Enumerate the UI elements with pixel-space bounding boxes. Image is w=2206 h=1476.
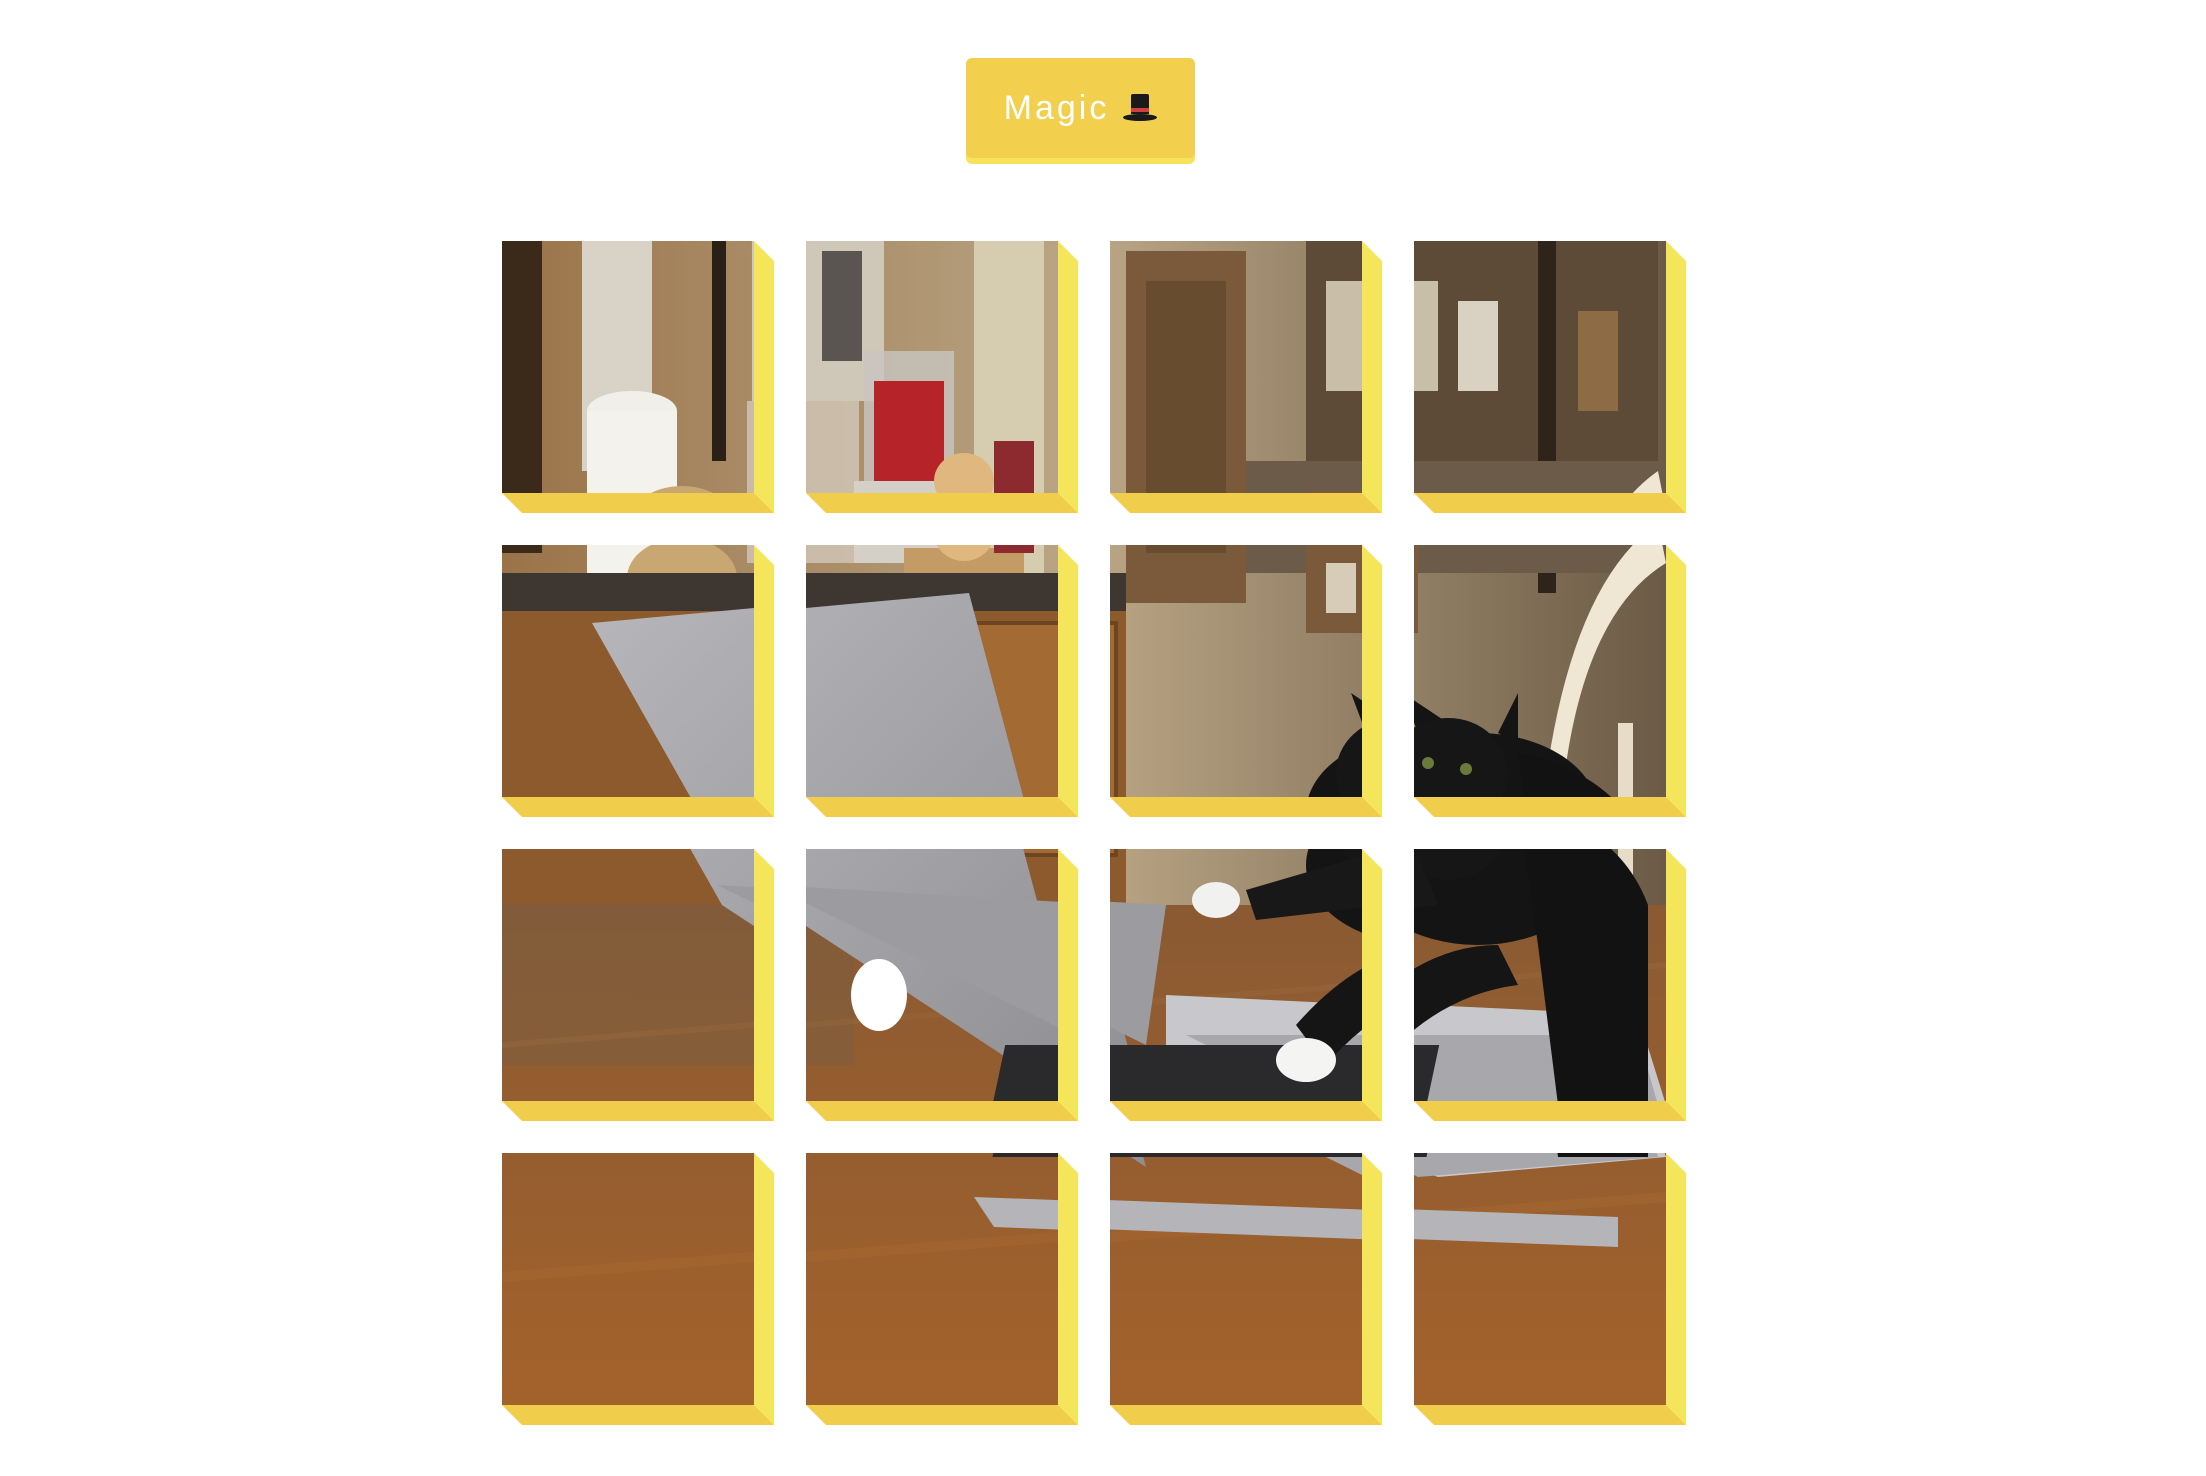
puzzle-board xyxy=(0,0,2206,1476)
tile-image-fragment xyxy=(502,849,754,1101)
tile-image-fragment xyxy=(806,545,1058,797)
puzzle-tile[interactable] xyxy=(502,849,774,1121)
tile-image-fragment xyxy=(806,849,1058,1101)
tile-bottom-edge xyxy=(806,1101,1078,1121)
tile-image-fragment xyxy=(1414,545,1666,797)
tile-bottom-edge xyxy=(806,797,1078,817)
tile-image-fragment xyxy=(502,545,754,797)
tile-bottom-edge xyxy=(502,797,774,817)
puzzle-tile[interactable] xyxy=(1414,241,1686,513)
tile-bottom-edge xyxy=(806,493,1078,513)
tile-bottom-edge xyxy=(1110,1405,1382,1425)
tile-bottom-edge xyxy=(1414,1101,1686,1121)
tile-bottom-edge xyxy=(806,1405,1078,1425)
tile-bottom-edge xyxy=(1110,493,1382,513)
puzzle-tile[interactable] xyxy=(502,545,774,817)
tile-side-edge xyxy=(1666,849,1686,1121)
puzzle-tile[interactable] xyxy=(1414,849,1686,1121)
tile-side-edge xyxy=(754,849,774,1121)
tile-bottom-edge xyxy=(1414,1405,1686,1425)
tile-bottom-edge xyxy=(502,493,774,513)
puzzle-tile[interactable] xyxy=(1110,1153,1382,1425)
puzzle-tile[interactable] xyxy=(806,1153,1078,1425)
tile-bottom-edge xyxy=(1110,1101,1382,1121)
puzzle-tile[interactable] xyxy=(1110,241,1382,513)
tile-side-edge xyxy=(1058,1153,1078,1425)
puzzle-tile[interactable] xyxy=(806,849,1078,1121)
puzzle-tile[interactable] xyxy=(806,545,1078,817)
tile-image-fragment xyxy=(502,241,754,493)
tile-image-fragment xyxy=(1414,241,1666,493)
puzzle-tile[interactable] xyxy=(1414,1153,1686,1425)
tile-bottom-edge xyxy=(502,1405,774,1425)
tile-image-fragment xyxy=(1110,1153,1362,1405)
puzzle-tile[interactable] xyxy=(1110,545,1382,817)
tile-image-fragment xyxy=(502,1153,754,1405)
tile-side-edge xyxy=(1666,545,1686,817)
tile-side-edge xyxy=(754,545,774,817)
puzzle-tile[interactable] xyxy=(1110,849,1382,1121)
tile-bottom-edge xyxy=(1110,797,1382,817)
tile-image-fragment xyxy=(806,241,1058,493)
tile-side-edge xyxy=(1666,241,1686,513)
tile-bottom-edge xyxy=(1414,797,1686,817)
puzzle-tile[interactable] xyxy=(1414,545,1686,817)
tile-side-edge xyxy=(1058,241,1078,513)
tile-image-fragment xyxy=(1414,1153,1666,1405)
tile-image-fragment xyxy=(1110,545,1362,797)
puzzle-tile[interactable] xyxy=(502,1153,774,1425)
tile-bottom-edge xyxy=(502,1101,774,1121)
tile-side-edge xyxy=(1666,1153,1686,1425)
tile-side-edge xyxy=(1362,545,1382,817)
tile-bottom-edge xyxy=(1414,493,1686,513)
tile-image-fragment xyxy=(1414,849,1666,1101)
tile-side-edge xyxy=(1362,241,1382,513)
puzzle-tile[interactable] xyxy=(806,241,1078,513)
puzzle-tile[interactable] xyxy=(502,241,774,513)
tile-side-edge xyxy=(1362,1153,1382,1425)
tile-image-fragment xyxy=(1110,849,1362,1101)
tile-side-edge xyxy=(1362,849,1382,1121)
tile-side-edge xyxy=(1058,849,1078,1121)
tile-side-edge xyxy=(754,1153,774,1425)
tile-side-edge xyxy=(754,241,774,513)
tile-image-fragment xyxy=(806,1153,1058,1405)
tile-image-fragment xyxy=(1110,241,1362,493)
tile-side-edge xyxy=(1058,545,1078,817)
